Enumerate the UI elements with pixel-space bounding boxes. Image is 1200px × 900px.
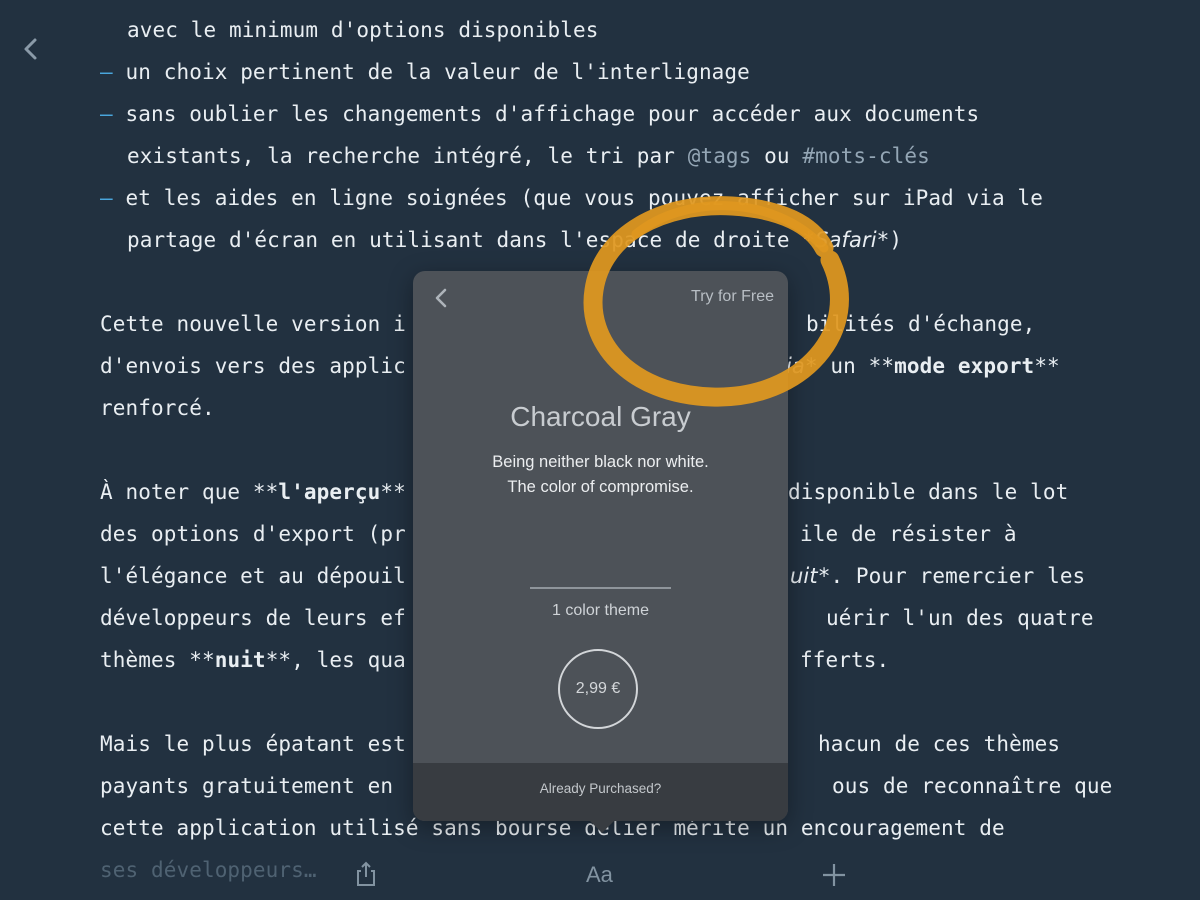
font-settings-button[interactable]: Aa — [586, 862, 613, 888]
text-line: Mais le plus épatant est — [100, 732, 406, 756]
keyword-link: #mots-clés — [802, 144, 930, 168]
theme-title: Charcoal Gray — [510, 401, 691, 432]
price-label: 2,99 € — [575, 680, 621, 697]
list-item: – et les aides en ligne soignées (que vo… — [100, 186, 1044, 210]
text-line: thèmes **nuit**, les qua — [100, 648, 406, 672]
text-line: existants, la recherche intégré, le tri … — [127, 144, 930, 168]
text-line: disponible dans le lot — [788, 480, 1069, 504]
text-line: Cette nouvelle version i — [100, 312, 406, 336]
text-line: bilités d'échange, — [806, 312, 1036, 336]
text-line: uérir l'un des quatre — [826, 606, 1094, 630]
text-line: ses développeurs… — [100, 858, 317, 882]
text-line: uit*. Pour remercier les — [790, 564, 1086, 588]
theme-popover: Try for Free Charcoal Gray Being neither… — [413, 271, 788, 833]
popover-footer: Already Purchased? — [413, 763, 788, 821]
text-line: développeurs de leurs ef — [100, 606, 406, 630]
text-line: d'envois vers des applic — [100, 354, 406, 378]
already-purchased-button[interactable]: Already Purchased? — [413, 781, 788, 796]
text-line: renforcé. — [100, 396, 215, 420]
popover-back-icon[interactable] — [431, 287, 451, 309]
text-line: ile de résister à — [800, 522, 1017, 546]
text-line: avec le minimum d'options disponibles — [127, 18, 599, 42]
text-line: ia* un **mode export** — [786, 354, 1060, 378]
tag-link: @tags — [687, 144, 752, 168]
theme-description: Being neither black nor white. — [492, 453, 709, 471]
share-icon[interactable] — [354, 860, 378, 888]
text-line: l'élégance et au dépouil — [100, 564, 406, 588]
text-line: ous de reconnaître que — [832, 774, 1113, 798]
text-line: des options d'export (pr — [100, 522, 406, 546]
back-chevron-icon[interactable] — [16, 34, 44, 64]
divider — [530, 587, 671, 589]
text-line: payants gratuitement en — [100, 774, 394, 798]
theme-count: 1 color theme — [552, 602, 649, 619]
text-line: fferts. — [800, 648, 890, 672]
theme-description: The color of compromise. — [507, 478, 694, 496]
list-item: – un choix pertinent de la valeur de l'i… — [100, 60, 750, 84]
price-button[interactable]: 2,99 € — [558, 649, 638, 729]
popover-arrow — [589, 820, 615, 833]
text-line: À noter que **l'aperçu** — [100, 480, 406, 504]
list-item: – sans oublier les changements d'afficha… — [100, 102, 980, 126]
plus-icon[interactable] — [821, 862, 847, 888]
text-line: partage d'écran en utilisant dans l'espa… — [127, 228, 903, 252]
text-line: hacun de ces thèmes — [818, 732, 1061, 756]
try-for-free-button[interactable]: Try for Free — [691, 288, 774, 306]
